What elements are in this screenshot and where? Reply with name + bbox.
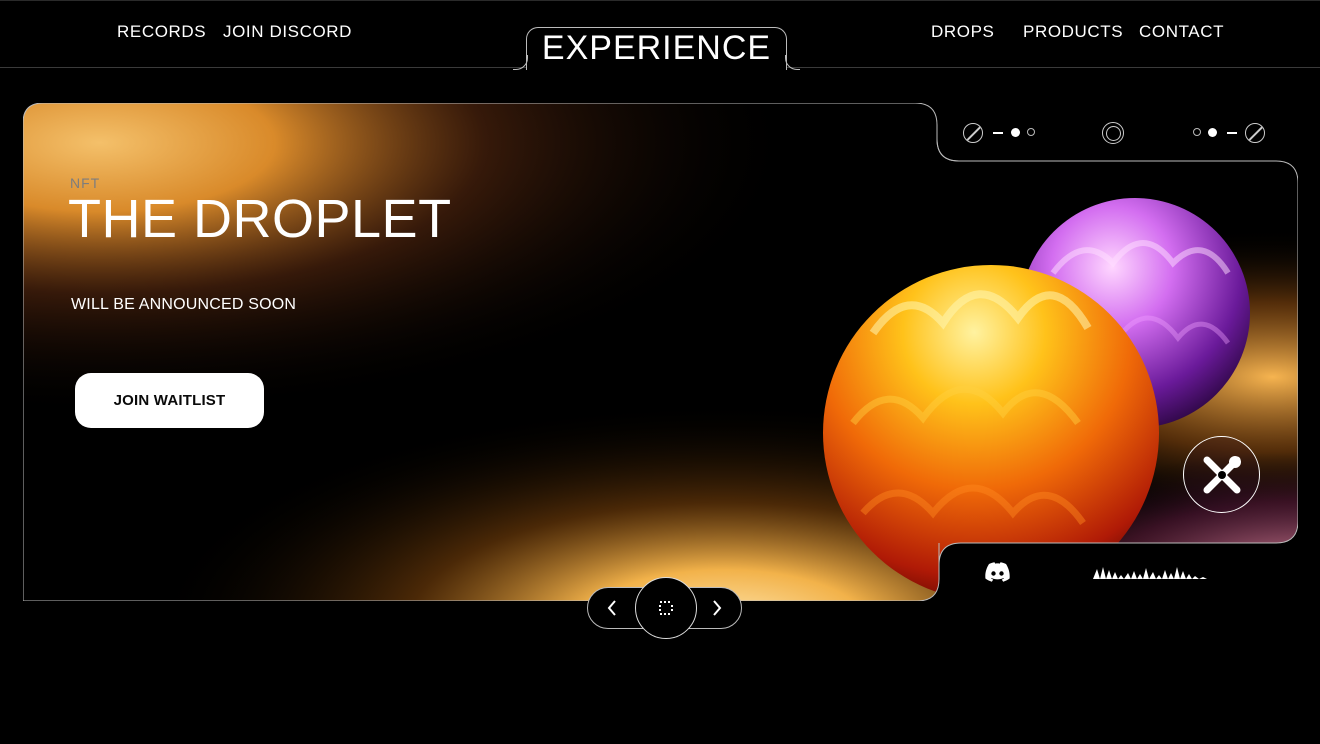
nav-link-join-discord[interactable]: JOIN DISCORD <box>223 22 352 42</box>
top-nav: RECORDS JOIN DISCORD EXPERIENCE DROPS PR… <box>0 0 1320 70</box>
ring-icon[interactable] <box>1102 122 1124 144</box>
dot-filled-icon[interactable] <box>1208 128 1217 137</box>
pager-center-button[interactable] <box>635 577 697 639</box>
nav-link-drops[interactable]: DROPS <box>931 22 994 42</box>
brand-tab: EXPERIENCE <box>513 27 800 70</box>
hero-artwork <box>23 103 1298 601</box>
brand-logo-text[interactable]: EXPERIENCE <box>527 29 786 68</box>
chevron-right-icon <box>713 600 722 616</box>
dot-outline-icon[interactable] <box>1027 128 1035 136</box>
join-waitlist-button[interactable]: JOIN WAITLIST <box>75 373 264 428</box>
discord-icon[interactable] <box>985 562 1010 582</box>
next-button[interactable] <box>697 588 737 628</box>
nav-link-products[interactable]: PRODUCTS <box>1023 22 1123 42</box>
dot-outline-icon[interactable] <box>1193 128 1201 136</box>
hero-card <box>23 103 1298 601</box>
slash-circle-icon[interactable] <box>963 123 983 143</box>
hero-subtitle: WILL BE ANNOUNCED SOON <box>71 296 297 313</box>
nav-link-contact[interactable]: CONTACT <box>1139 22 1224 42</box>
dash-icon <box>993 132 1003 134</box>
nav-link-records[interactable]: RECORDS <box>117 22 206 42</box>
waveform-icon[interactable] <box>1093 563 1207 579</box>
x-logo-badge[interactable] <box>1183 436 1260 513</box>
previous-button[interactable] <box>592 588 632 628</box>
dash-icon <box>1227 132 1237 134</box>
square-dotted-icon <box>659 601 673 615</box>
chevron-left-icon <box>607 600 616 616</box>
x-logo-icon <box>1203 455 1241 493</box>
hero-title: THE DROPLET <box>68 189 452 249</box>
slash-circle-icon[interactable] <box>1245 123 1265 143</box>
dot-filled-icon[interactable] <box>1011 128 1020 137</box>
